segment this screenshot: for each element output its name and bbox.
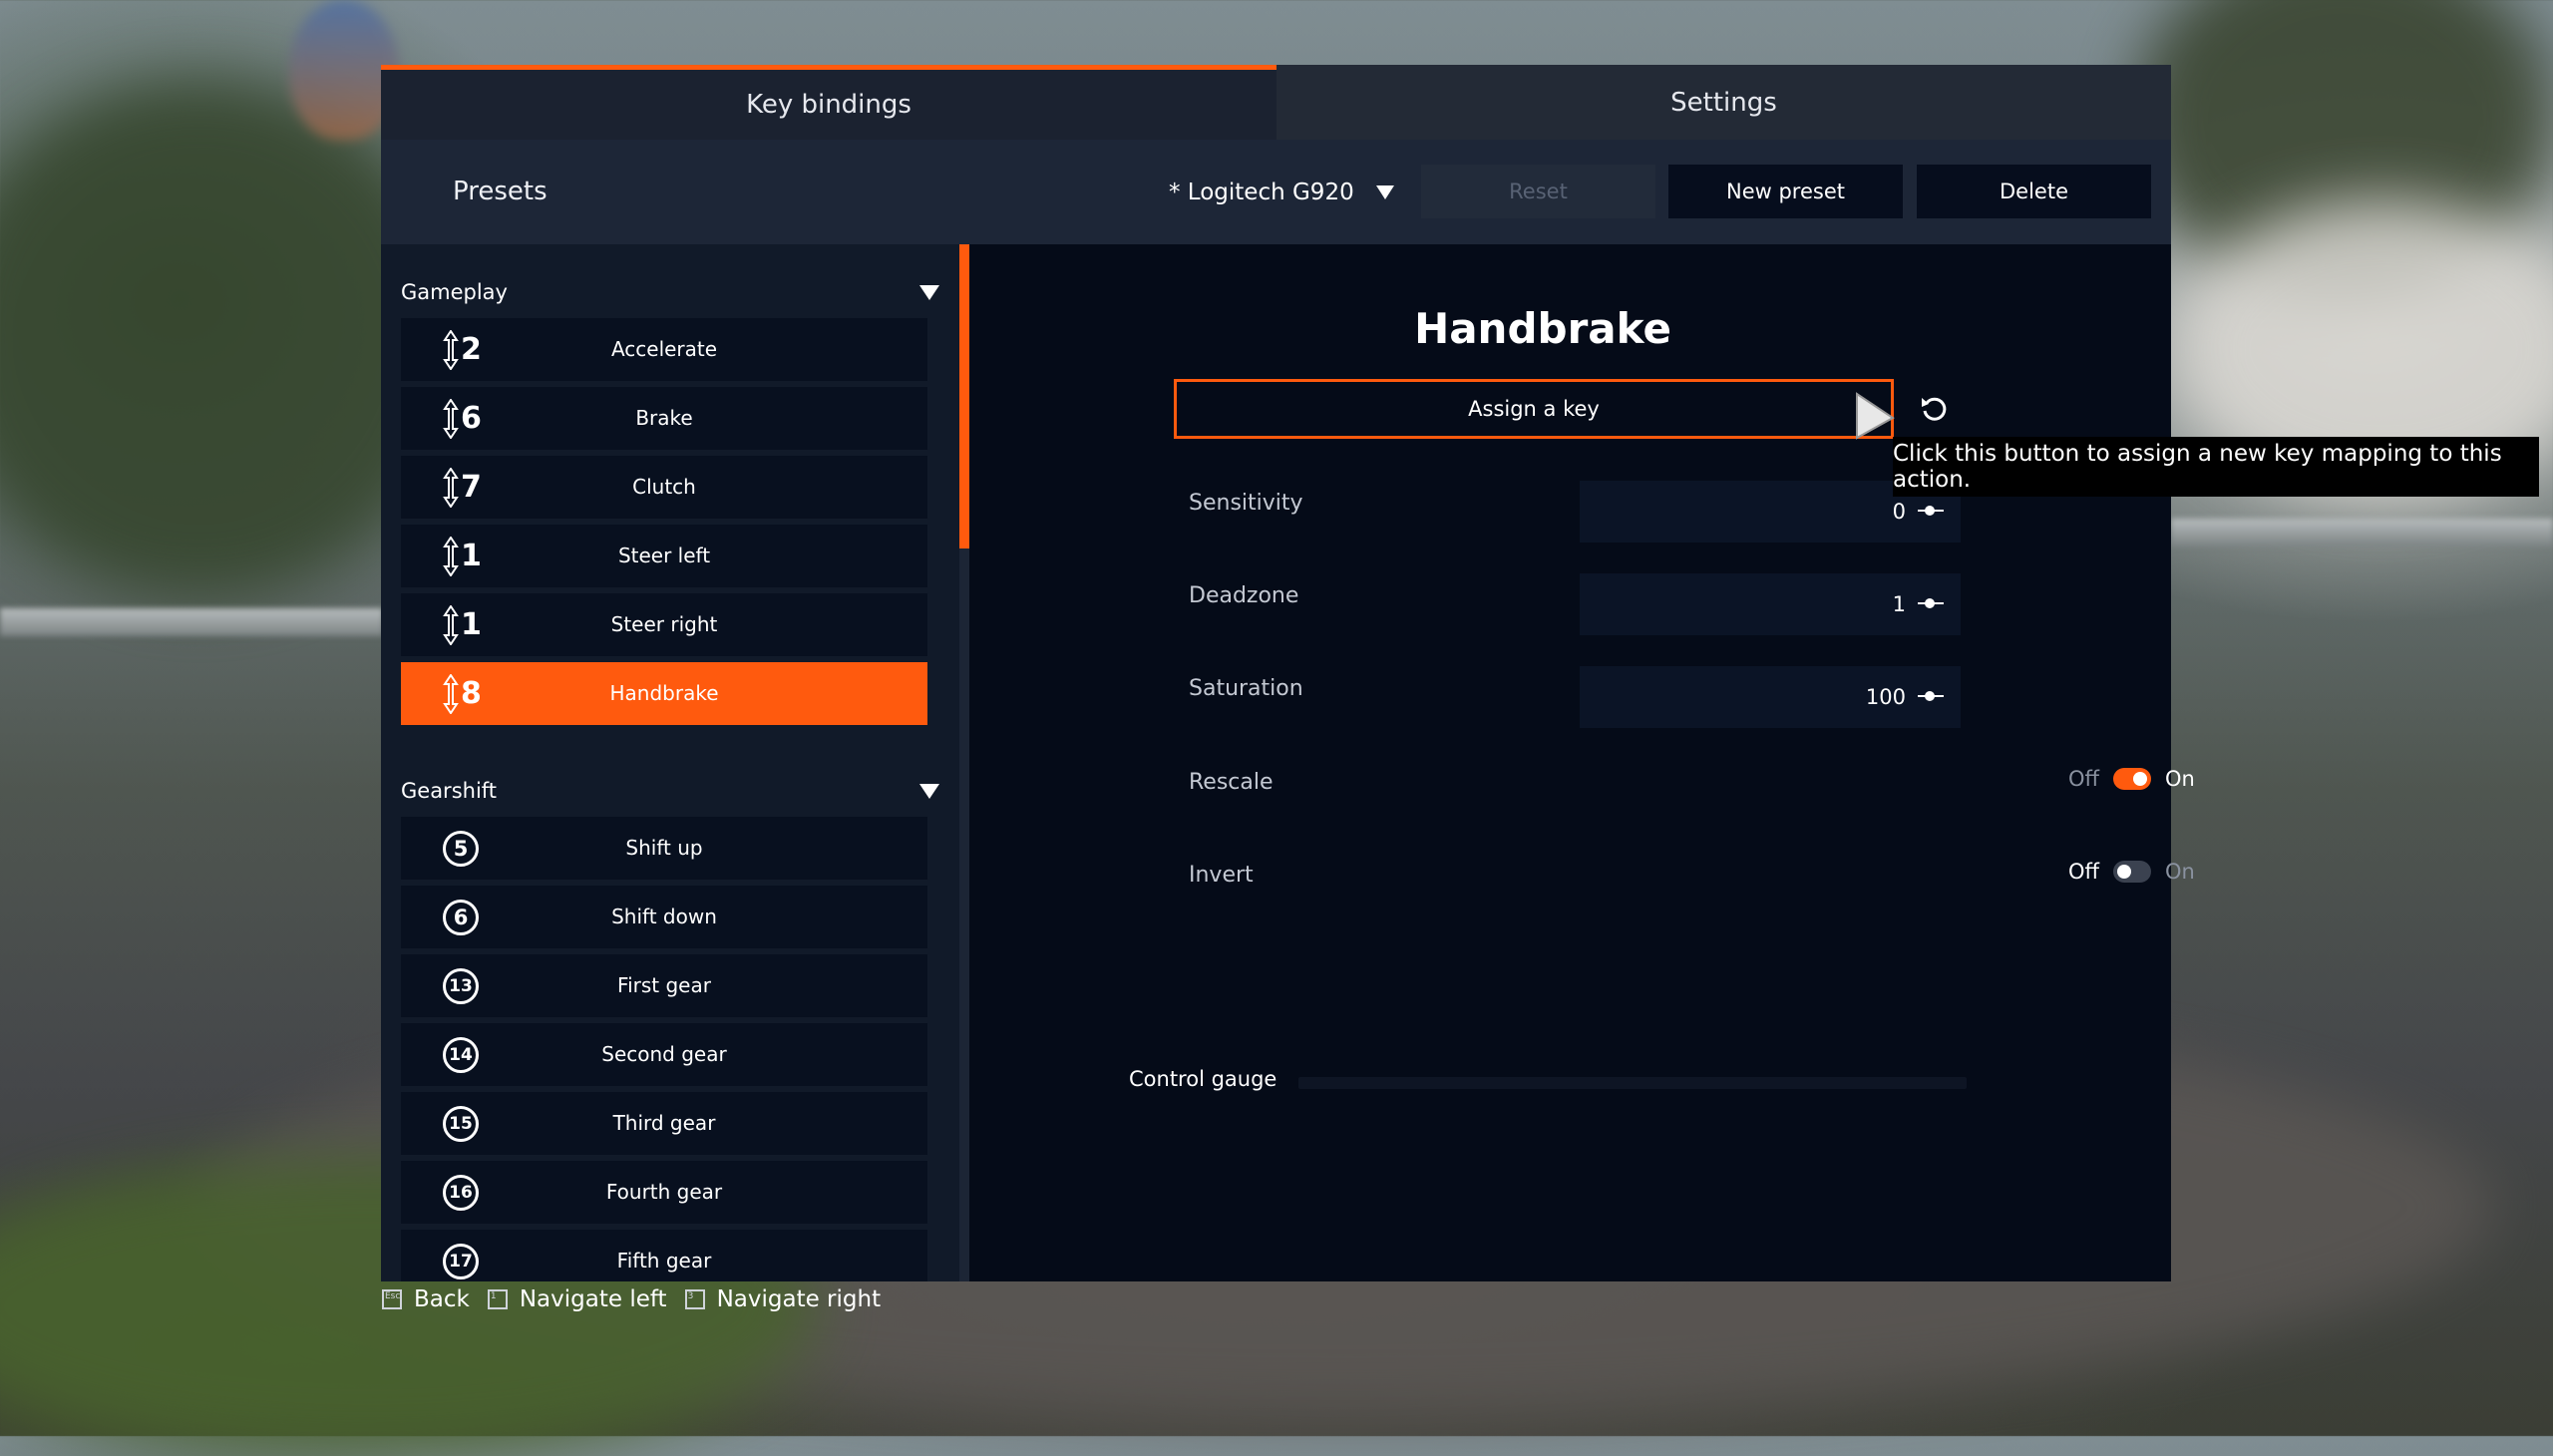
back-hint[interactable]: Esc Back <box>382 1286 470 1312</box>
binding-label: Steer right <box>610 612 718 636</box>
slider-icon <box>1918 691 1944 701</box>
binding-row-brake[interactable]: 6 Brake <box>401 387 927 450</box>
tab-bar: Key bindings Settings <box>381 65 2171 140</box>
invert-on-label: On <box>2165 860 2195 884</box>
rescale-toggle-group: Off On <box>2068 767 2195 791</box>
chevron-down-icon <box>919 784 939 799</box>
group-label: Gameplay <box>401 280 508 304</box>
preset-dropdown[interactable]: * Logitech G920 <box>1169 140 1394 244</box>
bindings-list[interactable]: Gameplay 2 Accelerate 6 Brake 7 Clutch 1… <box>381 244 969 1281</box>
rescale-label: Rescale <box>1189 770 1274 795</box>
tab-key-bindings[interactable]: Key bindings <box>381 65 1276 140</box>
binding-row-shift-down[interactable]: 6 Shift down <box>401 886 927 948</box>
binding-row-first-gear[interactable]: 13 First gear <box>401 954 927 1017</box>
binding-row-steer-left[interactable]: 1 Steer left <box>401 525 927 587</box>
binding-row-third-gear[interactable]: 15 Third gear <box>401 1092 927 1155</box>
navigate-right-label: Navigate right <box>716 1286 882 1312</box>
assign-key-button[interactable]: Assign a key <box>1174 379 1894 439</box>
background-guardrail-left <box>0 608 383 636</box>
group-header-gearshift[interactable]: Gearshift <box>381 765 959 817</box>
binding-row-second-gear[interactable]: 14 Second gear <box>401 1023 927 1086</box>
binding-row-fourth-gear[interactable]: 16 Fourth gear <box>401 1161 927 1224</box>
group-label: Gearshift <box>401 779 498 803</box>
esc-key-icon: Esc <box>382 1289 402 1309</box>
binding-label: First gear <box>617 973 711 997</box>
rescale-toggle[interactable] <box>2113 768 2151 790</box>
new-preset-button[interactable]: New preset <box>1668 165 1903 218</box>
saturation-label: Saturation <box>1189 676 1303 701</box>
binding-row-fifth-gear[interactable]: 17 Fifth gear <box>401 1230 927 1281</box>
footer-hints: Esc Back 1 Navigate left 3 Navigate righ… <box>382 1286 887 1312</box>
undo-icon[interactable] <box>1914 389 1954 429</box>
bindings-window: Key bindings Settings Presets * Logitech… <box>381 65 2195 1281</box>
invert-label: Invert <box>1189 863 1254 888</box>
deadzone-field[interactable]: 1 <box>1580 573 1961 635</box>
slider-icon <box>1918 598 1944 608</box>
key-3-icon: 3 <box>684 1289 705 1309</box>
sensitivity-label: Sensitivity <box>1189 491 1303 516</box>
binding-label: Second gear <box>601 1042 727 1066</box>
binding-label: Fifth gear <box>616 1249 712 1273</box>
invert-off-label: Off <box>2068 860 2099 884</box>
binding-label: Shift down <box>611 905 717 928</box>
key-1-icon: 1 <box>487 1289 508 1309</box>
presets-title: Presets <box>453 177 547 206</box>
binding-label: Shift up <box>625 836 703 860</box>
navigate-left-hint[interactable]: 1 Navigate left <box>487 1286 667 1312</box>
binding-row-steer-right[interactable]: 1 Steer right <box>401 593 927 656</box>
rescale-off-label: Off <box>2068 767 2099 791</box>
binding-row-clutch[interactable]: 7 Clutch <box>401 456 927 519</box>
binding-label: Steer left <box>617 544 711 567</box>
chevron-down-icon <box>919 285 939 300</box>
preset-dropdown-value: * Logitech G920 <box>1169 179 1354 205</box>
group-header-gameplay[interactable]: Gameplay <box>381 266 959 318</box>
binding-label: Handbrake <box>609 681 719 705</box>
navigate-left-label: Navigate left <box>519 1286 667 1312</box>
rescale-on-label: On <box>2165 767 2195 791</box>
presets-bar: Presets * Logitech G920 Reset New preset… <box>381 140 2171 244</box>
binding-detail-panel: Handbrake Assign a key Sensitivity 0 Dea… <box>969 244 2195 1281</box>
toggle-knob <box>2117 865 2131 879</box>
binding-row-shift-up[interactable]: 5 Shift up <box>401 817 927 880</box>
back-label: Back <box>414 1286 470 1312</box>
binding-label: Accelerate <box>610 337 718 361</box>
detail-title: Handbrake <box>1414 304 1671 353</box>
slider-icon <box>1918 506 1944 516</box>
invert-toggle[interactable] <box>2113 861 2151 883</box>
toggle-knob <box>2133 772 2147 786</box>
binding-row-handbrake[interactable]: 8 Handbrake <box>401 662 927 725</box>
chevron-down-icon <box>1375 184 1394 199</box>
invert-toggle-group: Off On <box>2068 860 2195 884</box>
saturation-field[interactable]: 100 <box>1580 666 1961 728</box>
binding-label: Brake <box>635 406 693 430</box>
binding-row-accelerate[interactable]: 2 Accelerate <box>401 318 927 381</box>
saturation-value: 100 <box>1865 685 1906 709</box>
mouse-cursor-icon <box>1856 392 1895 440</box>
binding-label: Third gear <box>612 1111 716 1135</box>
binding-label: Fourth gear <box>605 1180 723 1204</box>
delete-button[interactable]: Delete <box>1917 165 2151 218</box>
deadzone-value: 1 <box>1892 592 1906 616</box>
control-gauge-label: Control gauge <box>1129 1067 1277 1091</box>
navigate-right-hint[interactable]: 3 Navigate right <box>684 1286 882 1312</box>
list-scrollbar-thumb[interactable] <box>959 244 969 548</box>
reset-button[interactable]: Reset <box>1421 165 1655 218</box>
deadzone-label: Deadzone <box>1189 583 1299 608</box>
binding-label: Clutch <box>632 475 696 499</box>
control-gauge-bar <box>1298 1077 1967 1089</box>
assign-key-tooltip: Click this button to assign a new key ma… <box>1893 437 2539 497</box>
background-guardrail-right <box>2171 519 2553 546</box>
tab-settings[interactable]: Settings <box>1276 65 2171 140</box>
